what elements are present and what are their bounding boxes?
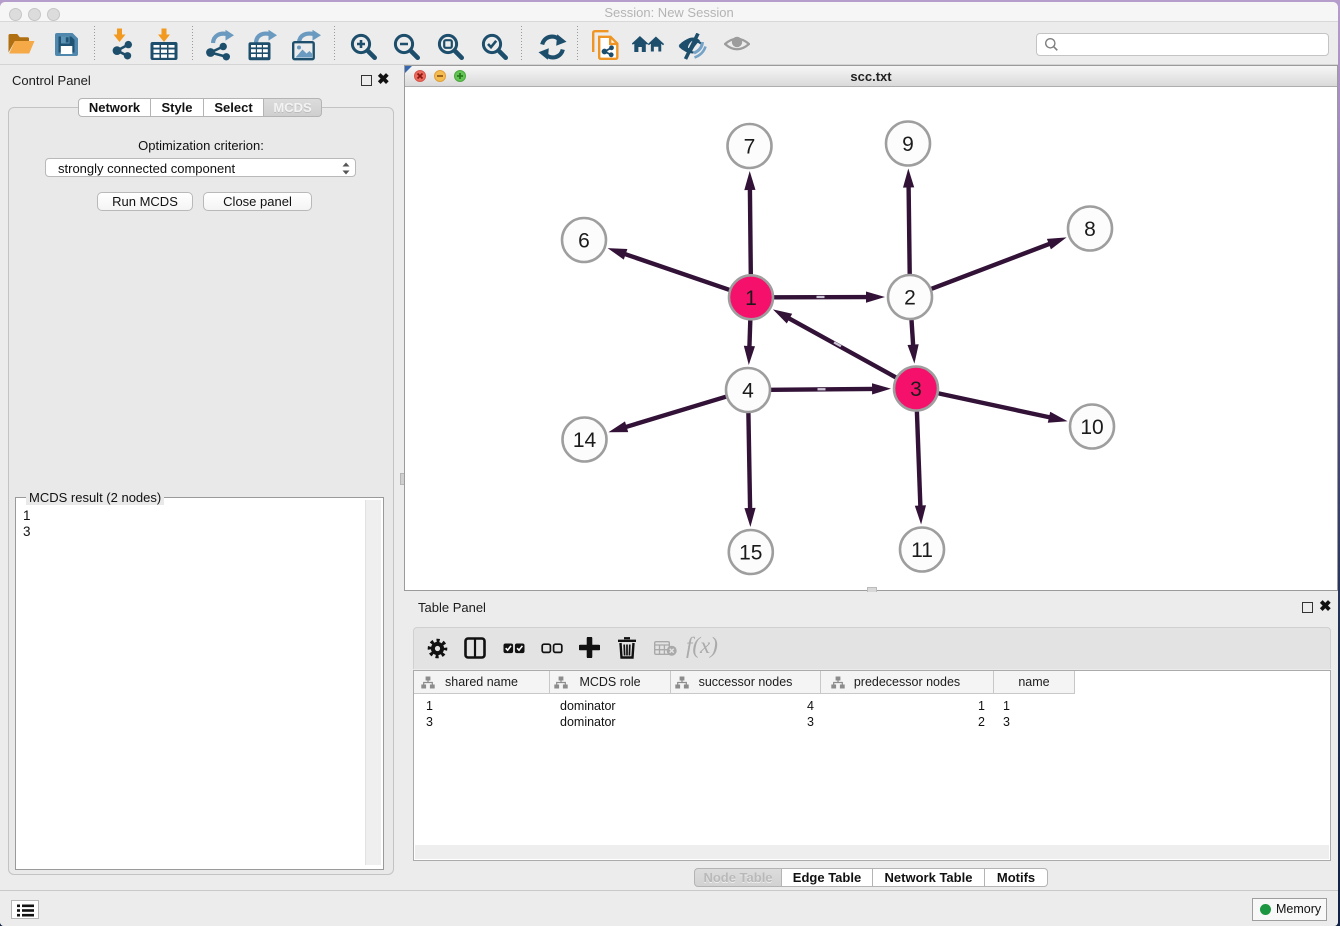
svg-text:11: 11: [911, 539, 933, 562]
svg-text:9: 9: [902, 133, 914, 156]
svg-text:4: 4: [742, 380, 754, 403]
svg-text:2: 2: [904, 287, 916, 310]
svg-text:6: 6: [578, 230, 590, 253]
svg-text:1: 1: [745, 287, 757, 310]
svg-text:7: 7: [744, 136, 756, 159]
svg-text:14: 14: [573, 429, 597, 452]
svg-text:8: 8: [1084, 218, 1096, 241]
svg-text:3: 3: [910, 378, 922, 401]
svg-text:10: 10: [1080, 416, 1103, 439]
svg-text:15: 15: [739, 542, 762, 565]
